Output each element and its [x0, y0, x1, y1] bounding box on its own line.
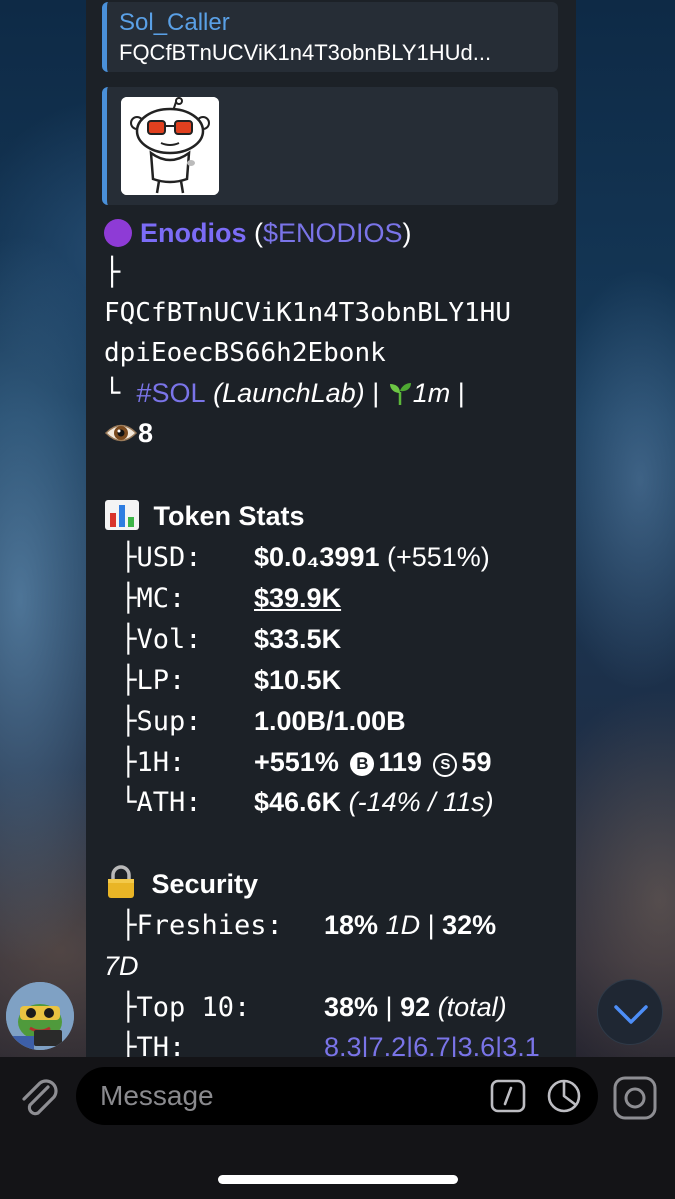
composer-bar	[0, 1057, 675, 1199]
token-address-line2[interactable]: dpiEoecBS66h2Ebonk	[104, 333, 386, 373]
separator: |	[450, 378, 465, 408]
sells-icon: S	[433, 753, 458, 777]
freshies-7d-value: 32%	[442, 910, 497, 940]
launchpad-label: (LaunchLab)	[205, 378, 365, 408]
paren-open: (	[246, 218, 263, 248]
bot-commands-button[interactable]	[490, 1079, 526, 1113]
camera-icon	[613, 1076, 657, 1120]
freshies-7d-unit: 7D	[104, 951, 139, 981]
buys-count: 119	[378, 747, 422, 777]
top10-total-label: (total)	[430, 992, 507, 1022]
view-count: 8	[138, 418, 154, 448]
home-indicator[interactable]	[218, 1175, 458, 1184]
attach-button[interactable]	[14, 1073, 62, 1121]
reply-preview: FQCfBTnUCViK1n4T3obnBLY1HUd...	[119, 40, 492, 65]
stat-1h-value: +551%	[254, 747, 339, 777]
security-top10-row: ├Top 10: 38% | 92 (total)	[104, 992, 507, 1023]
token-header: Enodios ($ENODIOS)	[104, 213, 412, 253]
slash-command-icon	[490, 1079, 526, 1113]
bar-chart-icon	[104, 500, 140, 531]
stat-row-vol: ├Vol: $33.5K	[120, 624, 342, 655]
stat-ath-change: (-14% / 11s)	[341, 787, 494, 817]
link-preview[interactable]	[102, 87, 558, 205]
security-heading: Security	[104, 864, 258, 904]
sells-count: 59	[461, 747, 492, 777]
top10-total: 92	[400, 992, 431, 1022]
separator: |	[420, 910, 443, 940]
separator: |	[378, 992, 401, 1022]
security-title: Security	[151, 869, 259, 899]
token-stats-heading: Token Stats	[104, 496, 305, 536]
paren-close: )	[402, 218, 412, 248]
eye-icon	[104, 418, 138, 448]
stat-usd-value: $0.0₄3991	[254, 542, 380, 572]
top10-pct: 38%	[324, 992, 379, 1022]
preview-thumbnail[interactable]	[121, 97, 219, 195]
stats-title: Token Stats	[153, 501, 305, 531]
security-freshies-row: ├Freshies: 18% 1D | 32%	[104, 910, 497, 941]
purple-circle-icon	[104, 219, 132, 247]
message-bubble: Sol_Caller FQCfBTnUCViK1n4T3obnBLY1HUd..…	[86, 0, 576, 1057]
camera-button[interactable]	[612, 1075, 658, 1121]
tree-branch: ├	[104, 257, 121, 288]
stat-row-usd: ├USD: $0.0₄3991 (+551%)	[120, 542, 490, 573]
paperclip-icon	[22, 1079, 58, 1116]
token-ticker-link[interactable]: $ENODIOS	[263, 218, 403, 248]
token-meta: └ #SOL (LaunchLab) | 1m |	[104, 373, 465, 414]
stat-row-1h: ├1H: +551% B 119 S 59	[120, 747, 492, 778]
seedling-icon	[387, 378, 413, 408]
stat-lp-value: $10.5K	[254, 665, 342, 695]
token-address-line1[interactable]: FQCfBTnUCViK1n4T3obnBLY1HU	[104, 293, 511, 333]
stat-vol-value: $33.5K	[254, 624, 342, 654]
separator: |	[364, 378, 387, 408]
freshies-1d-value: 18%	[324, 910, 379, 940]
stat-ath-value: $46.6K	[254, 787, 342, 817]
buys-icon: B	[350, 752, 375, 776]
stat-row-mc: ├MC: $39.9K	[120, 583, 342, 614]
chain-hashtag[interactable]: #SOL	[137, 378, 206, 408]
token-name[interactable]: Enodios	[140, 218, 247, 248]
sticker-icon	[547, 1079, 581, 1113]
top-holders-links[interactable]: 8.3|7.2|6.7|3.6|3.1	[324, 1032, 540, 1057]
reply-quote[interactable]: Sol_Caller FQCfBTnUCViK1n4T3obnBLY1HUd..…	[102, 2, 558, 72]
scroll-down-button[interactable]	[597, 979, 663, 1045]
stat-row-ath: └ATH: $46.6K (-14% / 11s)	[120, 787, 494, 818]
sticker-button[interactable]	[546, 1078, 582, 1114]
stat-usd-change: (+551%)	[379, 542, 490, 572]
lock-icon	[104, 865, 138, 899]
stat-mc-link[interactable]: $39.9K	[254, 583, 341, 613]
sender-avatar[interactable]	[6, 982, 74, 1050]
stat-row-sup: ├Sup: 1.00B/1.00B	[120, 706, 406, 737]
message-input-container	[76, 1067, 598, 1125]
freshies-1d-unit: 1D	[378, 910, 421, 940]
token-age: 1m	[412, 378, 451, 408]
message-input[interactable]	[100, 1067, 480, 1125]
reply-sender: Sol_Caller	[119, 9, 230, 36]
views-row: 8	[104, 413, 153, 453]
chevron-down-icon	[614, 1005, 648, 1024]
security-th-row: ├TH: 8.3|7.2|6.7|3.6|3.1	[104, 1027, 540, 1057]
stat-sup-value: 1.00B/1.00B	[254, 706, 406, 736]
stat-row-lp: ├LP: $10.5K	[120, 665, 342, 696]
tree-end: └	[104, 378, 137, 409]
